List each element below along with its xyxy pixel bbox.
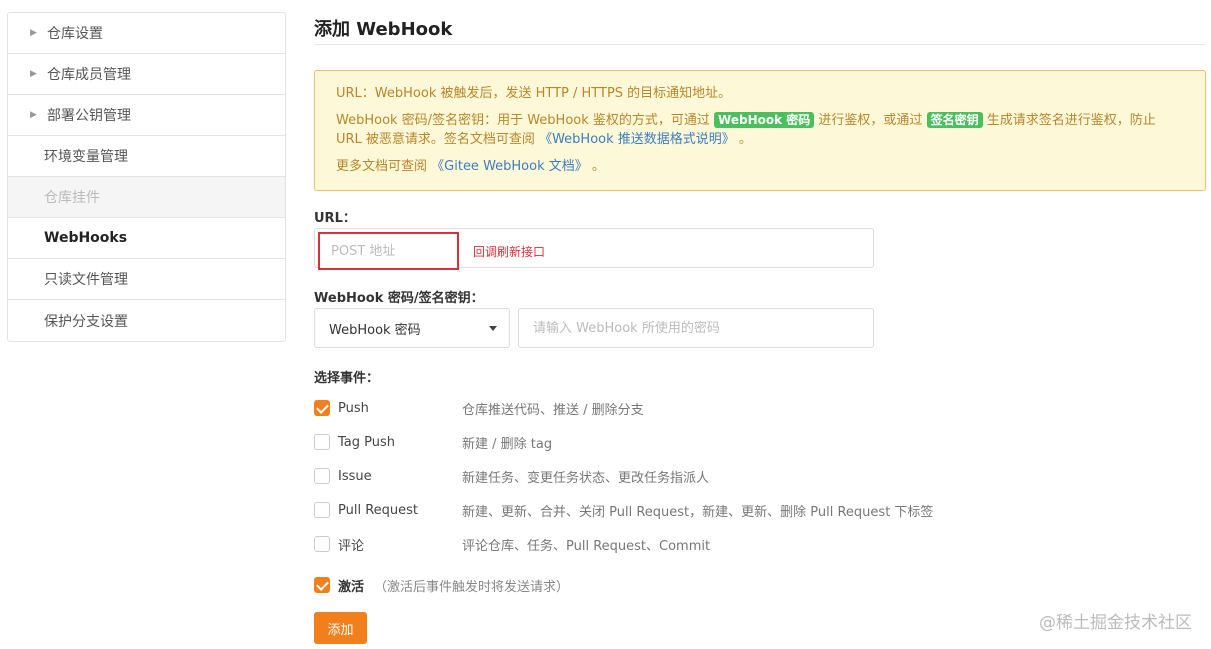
sidebar-item-label: 保护分支设置 [44,313,128,330]
tag-webhook-password: WebHook 密码 [714,112,815,128]
checkbox-push[interactable] [314,400,330,416]
notice-line-docs: 更多文档可查阅 《Gitee WebHook 文档》 。 [336,157,1184,177]
url-label: URL： [314,211,356,226]
page-title: 添加 WebHook [314,19,453,40]
sidebar-item-label: 环境变量管理 [44,149,128,165]
url-input[interactable] [318,232,459,270]
sidebar-item-label: 仓库成员管理 [47,67,131,83]
sidebar-item-members[interactable]: ▶ 仓库成员管理 [8,54,285,95]
sidebar-item-readonly-files[interactable]: 只读文件管理 [8,259,285,300]
event-row-pull-request: Pull Request 新建、更新、合并、关闭 Pull Request，新建… [314,499,1014,521]
sidebar-item-deploy-keys[interactable]: ▶ 部署公钥管理 [8,95,285,136]
event-row-issue: Issue 新建任务、变更任务状态、更改任务指派人 [314,465,1014,487]
event-desc: 新建任务、变更任务状态、更改任务指派人 [462,470,710,486]
settings-sidebar: ▶ 仓库设置 ▶ 仓库成员管理 ▶ 部署公钥管理 环境变量管理 仓库挂件 Web… [7,12,286,342]
url-error-hint: 回调刷新接口 [473,245,546,259]
event-name: Issue [338,468,372,484]
caret-right-icon: ▶ [30,110,37,120]
secret-type-value: WebHook 密码 [329,322,421,338]
title-divider [314,44,1206,45]
activate-row: 激活 （激活后事件触发时将发送请求） [314,574,1014,596]
notice-line-secret: WebHook 密码/签名密钥：用于 WebHook 鉴权的方式，可通过 Web… [336,111,1184,149]
url-field-wrapper: 回调刷新接口 [314,228,874,270]
notice-text: 进行鉴权，或通过 [818,113,923,128]
secret-type-select[interactable]: WebHook 密码 [314,308,510,348]
watermark: @稀土掘金技术社区 [1039,613,1192,633]
sidebar-item-label: 仓库设置 [47,26,103,42]
sidebar-item-label: 仓库挂件 [44,190,100,206]
notice-line-url: URL：WebHook 被触发后，发送 HTTP / HTTPS 的目标通知地址… [336,86,732,101]
caret-right-icon: ▶ [30,69,37,79]
info-notice: URL：WebHook 被触发后，发送 HTTP / HTTPS 的目标通知地址… [314,70,1206,191]
notice-text: 更多文档可查阅 [336,159,428,174]
event-name: Pull Request [338,502,419,518]
link-payload-format-doc[interactable]: 《WebHook 推送数据格式说明》 [539,132,735,147]
secret-input[interactable] [518,308,874,348]
sidebar-item-widgets: 仓库挂件 [8,177,285,218]
checkbox-issue[interactable] [314,468,330,484]
notice-text: 。 [738,132,752,147]
sidebar-item-env-vars[interactable]: 环境变量管理 [8,136,285,177]
event-row-tag-push: Tag Push 新建 / 删除 tag [314,431,1014,453]
event-name: Tag Push [338,434,396,450]
event-desc: 新建 / 删除 tag [462,436,553,452]
event-desc: 新建、更新、合并、关闭 Pull Request，新建、更新、删除 Pull R… [462,504,934,520]
events-label: 选择事件： [314,371,380,386]
caret-right-icon: ▶ [30,28,37,38]
event-row-push: Push 仓库推送代码、推送 / 删除分支 [314,397,1014,419]
checkbox-pull-request[interactable] [314,502,330,518]
checkbox-activate[interactable] [314,577,330,593]
checkbox-tag-push[interactable] [314,434,330,450]
sidebar-item-repo-settings[interactable]: ▶ 仓库设置 [8,13,285,54]
sidebar-item-label: 只读文件管理 [44,272,128,288]
event-desc: 评论仓库、任务、Pull Request、Commit [462,538,711,554]
notice-text: 。 [591,159,605,174]
caret-down-icon [489,326,497,331]
link-gitee-webhook-doc[interactable]: 《Gitee WebHook 文档》 [431,159,588,174]
secret-label: WebHook 密码/签名密钥： [314,291,484,306]
add-webhook-button[interactable]: 添加 [314,612,367,644]
activate-label: 激活 [338,579,365,595]
sidebar-item-label: WebHooks [44,230,128,246]
event-name: Push [338,400,369,416]
activate-hint: （激活后事件触发时将发送请求） [374,579,570,595]
tag-signature-key: 签名密钥 [926,112,983,128]
event-desc: 仓库推送代码、推送 / 删除分支 [462,402,644,418]
checkbox-comment[interactable] [314,536,330,552]
event-row-comment: 评论 评论仓库、任务、Pull Request、Commit [314,533,1014,555]
sidebar-item-label: 部署公钥管理 [47,108,131,124]
event-name: 评论 [338,538,365,554]
notice-text: WebHook 密码/签名密钥：用于 WebHook 鉴权的方式，可通过 [336,113,710,128]
sidebar-item-webhooks[interactable]: WebHooks [8,218,285,259]
sidebar-item-protected-branches[interactable]: 保护分支设置 [8,300,285,341]
